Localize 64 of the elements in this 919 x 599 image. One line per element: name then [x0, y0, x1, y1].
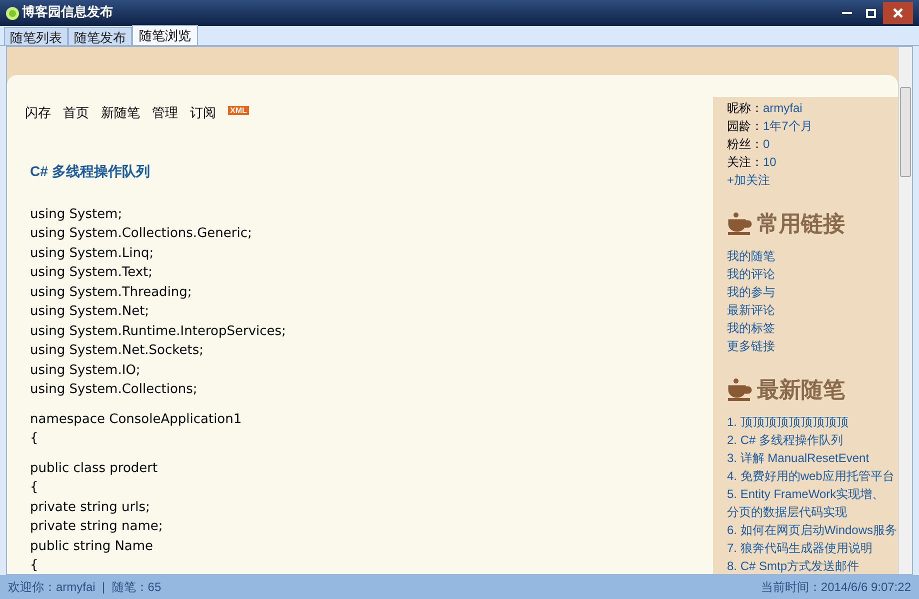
code-line: using System.Collections.Generic; [30, 225, 253, 243]
code-line: using System.Net.Sockets; [30, 342, 204, 360]
scrollbar[interactable] [898, 47, 912, 574]
app-icon [6, 6, 19, 20]
status-time: 当前时间：2014/6/6 9:07:22 [760, 579, 911, 596]
window-title: 博客园信息发布 [22, 4, 113, 22]
tab[interactable]: 随笔浏览 [132, 25, 198, 45]
profile-label: 园龄： [727, 118, 763, 135]
sidebar-link[interactable]: 我的评论 [727, 265, 775, 283]
code-line: using System.Net; [30, 303, 150, 321]
status-left: 欢迎你：armyfai | 随笔：65 [8, 579, 162, 596]
xml-badge[interactable]: XML [228, 106, 249, 116]
profile-value[interactable]: 10 [763, 153, 776, 171]
sidebar-link[interactable]: 8. C# Smtp方式发送邮件 [727, 557, 860, 575]
sidebar-link[interactable]: 4. 免费好用的web应用托管平台 [727, 467, 894, 485]
coffee-cup-icon [727, 378, 753, 402]
profile-value[interactable]: 1年7个月 [763, 117, 812, 135]
sidebar-link[interactable]: 更多链接 [727, 337, 775, 355]
nav-link[interactable]: 管理 [152, 103, 178, 122]
follow-link[interactable]: +加关注 [727, 171, 770, 189]
profile-label: 关注： [727, 154, 763, 171]
close-button[interactable] [883, 2, 913, 24]
tab[interactable]: 随笔列表 [4, 27, 68, 45]
code-line: namespace ConsoleApplication1 [30, 410, 243, 428]
sidebar-link[interactable]: 分页的数据层代码实现 [727, 503, 847, 521]
profile-label: 昵称： [727, 100, 763, 117]
code-line: public string Name [30, 538, 154, 556]
code-line: using System.Runtime.InteropServices; [30, 322, 287, 340]
profile-value[interactable]: armyfai [763, 99, 802, 117]
profile-label: 粉丝： [727, 136, 763, 153]
nav-link[interactable]: 新随笔 [101, 103, 140, 122]
sidebar-link[interactable]: 2. C# 多线程操作队列 [727, 431, 844, 449]
section-heading: 常用链接 [757, 211, 845, 237]
code-line: { [30, 557, 40, 575]
nav-link[interactable]: 订阅 [190, 103, 216, 122]
code-line: private string name; [30, 518, 164, 536]
sidebar-link[interactable]: 我的标签 [727, 319, 775, 337]
scroll-thumb[interactable] [900, 87, 911, 177]
code-line: using System.Threading; [30, 284, 193, 302]
sidebar-link[interactable]: 3. 详解 ManualResetEvent [727, 449, 870, 467]
sidebar-link[interactable]: 1. 顶顶顶顶顶顶顶顶顶 [727, 413, 848, 431]
sidebar-link[interactable]: 我的参与 [727, 283, 775, 301]
code-line: { [30, 430, 40, 448]
sidebar-link[interactable]: 我的随笔 [727, 247, 775, 265]
sidebar-link[interactable]: 5. Entity FrameWork实现增、 [727, 485, 884, 503]
code-line: using System.Collections; [30, 381, 198, 399]
code-line: using System.Text; [30, 264, 154, 282]
post-title[interactable]: C# 多线程操作队列 [30, 160, 713, 182]
tab[interactable]: 随笔发布 [68, 27, 132, 45]
sidebar-link[interactable]: 7. 狼奔代码生成器使用说明 [727, 539, 872, 557]
close-icon [893, 8, 903, 18]
coffee-cup-icon [727, 212, 753, 236]
code-line: public class prodert [30, 460, 159, 478]
section-heading: 最新随笔 [757, 377, 845, 403]
code-line: using System.Linq; [30, 244, 155, 262]
nav-link[interactable]: 闪存 [25, 103, 51, 122]
code-line: using System.IO; [30, 362, 142, 380]
profile-value[interactable]: 0 [763, 135, 770, 153]
nav-link[interactable]: 首页 [63, 103, 89, 122]
code-line: { [30, 479, 40, 497]
sidebar-link[interactable]: 最新评论 [727, 301, 775, 319]
code-line: private string urls; [30, 498, 151, 516]
sidebar-link[interactable]: 6. 如何在网页启动Windows服务 [727, 521, 898, 539]
code-line: using System; [30, 206, 124, 224]
